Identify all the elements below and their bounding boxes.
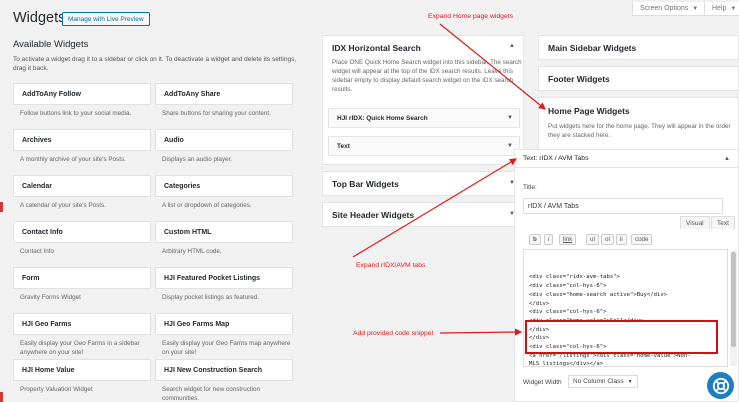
caret-up-icon[interactable]: ▲ [724, 156, 730, 162]
quicktag-b-button[interactable]: b [529, 234, 541, 245]
code-line: <div class="ridx-avm-tabs"> [529, 274, 620, 281]
available-widget-description: Display pocket listings as featured. [162, 294, 259, 301]
widget-title: HJI rIDX: Quick Home Search [337, 114, 428, 122]
available-widget-description: Share buttons for sharing your content. [162, 110, 271, 117]
available-widget[interactable]: Categories [155, 175, 293, 197]
sidebar-footer-widgets[interactable]: Footer Widgets [538, 66, 739, 91]
scrollbar-thumb[interactable] [731, 252, 736, 347]
available-widget[interactable]: HJI Geo Farms Map [155, 313, 293, 335]
tab-text[interactable]: Text [711, 216, 735, 229]
tab-visual[interactable]: Visual [680, 216, 710, 229]
widget-width-select[interactable]: No Column Class ▼ [568, 375, 638, 388]
available-widget[interactable]: AddToAny Share [155, 83, 293, 105]
available-widget[interactable]: Custom HTML [155, 221, 293, 243]
text-widget-title: Text: rIDX / AVM Tabs [523, 155, 589, 162]
sidebar-main-sidebar-widgets[interactable]: Main Sidebar Widgets [538, 35, 739, 60]
code-line: <div class="home-search active">Buy</div… [529, 291, 668, 298]
widget-title: Text [337, 142, 350, 150]
quicktag-link-button[interactable]: link [559, 234, 577, 245]
available-widget-description: A list or dropdown of categories. [162, 202, 252, 209]
available-widget-description: Arbitrary HTML code. [162, 248, 222, 255]
quicktag-i-button[interactable]: i [544, 234, 554, 245]
available-widget-description: Search widget for new construction commu… [162, 386, 261, 402]
available-widget[interactable]: HJI Home Value [13, 359, 151, 381]
sidebar-title: Top Bar Widgets [332, 179, 399, 189]
red-edge-mark [0, 392, 3, 402]
screen-options-button[interactable]: Screen Options ▼ [632, 2, 707, 16]
caret-down-icon[interactable]: ▼ [507, 143, 513, 149]
editor-scrollbar[interactable] [730, 250, 737, 366]
available-widget[interactable]: Calendar [13, 175, 151, 197]
sidebar-title: IDX Horizontal Search [332, 43, 421, 53]
sidebar-description: Put widgets here for the home page. They… [548, 123, 731, 139]
title-input[interactable]: rIDX / AVM Tabs [523, 198, 723, 214]
annotation-expand-home: Expand Home page widgets [428, 13, 514, 20]
lifebuoy-icon [712, 377, 729, 394]
code-line: <div class="col-hys-6"> [529, 283, 607, 290]
available-widget-description: Contact Info [20, 248, 54, 255]
quicktag-ol-button[interactable]: ol [601, 234, 614, 245]
annotation-add-code: Add provided code snippet [353, 330, 434, 337]
available-widget-description: Easily display your Geo Farms map anywhe… [162, 340, 291, 356]
arrow-to-code-snippet [439, 328, 523, 336]
caret-down-icon[interactable]: ▼ [507, 115, 513, 121]
available-widget-description: Gravity Forms Widget [20, 294, 81, 301]
sidebar-title: Main Sidebar Widgets [548, 43, 637, 53]
red-edge-mark [0, 202, 3, 212]
available-widgets-heading: Available Widgets [13, 39, 89, 50]
available-widgets-description: To activate a widget drag it to a sideba… [13, 56, 297, 72]
available-widget[interactable]: HJI New Construction Search [155, 359, 293, 381]
code-line: </div> [529, 300, 550, 307]
widget-width-label: Widget Width [523, 379, 562, 386]
available-widget[interactable]: Archives [13, 129, 151, 151]
quicktag-li-button[interactable]: li [616, 234, 627, 245]
caret-down-icon: ▼ [730, 5, 737, 12]
text-widget-panel[interactable]: Text: rIDX / AVM Tabs ▲ Title: rIDX / AV… [514, 149, 739, 402]
caret-up-icon[interactable]: ▲ [509, 43, 515, 49]
help-button[interactable]: Help ▼ [704, 2, 739, 16]
quicktag-code-button[interactable]: code [631, 234, 653, 245]
available-widget[interactable]: HJI Geo Farms [13, 313, 151, 335]
available-widget[interactable]: Contact Info [13, 221, 151, 243]
widget-text[interactable]: Text ▼ [328, 136, 520, 156]
sidebar-site-header-widgets[interactable]: Site Header Widgets ▼ [322, 202, 524, 227]
sidebar-title: Footer Widgets [548, 74, 610, 84]
sidebar-top-bar-widgets[interactable]: Top Bar Widgets ▼ [322, 171, 524, 196]
available-widget-description: Property Valuation Widget [20, 386, 93, 393]
text-widget-header[interactable]: Text: rIDX / AVM Tabs ▲ [515, 150, 738, 168]
caret-down-icon: ▼ [692, 5, 699, 12]
available-widget-description: A monthly archive of your site's Posts. [20, 156, 126, 163]
available-widget[interactable]: HJI Featured Pocket Listings [155, 267, 293, 289]
highlight-box [525, 320, 718, 354]
help-chat-button[interactable] [707, 372, 734, 399]
widget-quick-home-search[interactable]: HJI rIDX: Quick Home Search ▼ [328, 108, 520, 128]
sidebar-title: Home Page Widgets [548, 106, 630, 116]
sidebar-title: Site Header Widgets [332, 210, 415, 220]
sidebar-home-page-widgets[interactable]: Home Page Widgets Put widgets here for t… [538, 97, 739, 155]
help-label: Help [712, 5, 727, 12]
sidebar-idx-horizontal-search[interactable]: IDX Horizontal Search ▲ Place ONE Quick … [322, 35, 524, 165]
code-editor[interactable]: <div class="ridx-avm-tabs"> <div class="c… [523, 249, 728, 367]
widget-width-value: No Column Class [573, 378, 624, 385]
available-widget-description: Easily display your Geo Farms in a sideb… [20, 340, 140, 356]
caret-down-icon: ▼ [627, 378, 633, 385]
available-widget-description: Displays an audio player. [162, 156, 233, 163]
available-widget-description: Follow buttons link to your social media… [20, 110, 132, 117]
available-widget-description: A calendar of your site's Posts. [20, 202, 106, 209]
available-widget[interactable]: AddToAny Follow [13, 83, 151, 105]
available-widget[interactable]: Form [13, 267, 151, 289]
quicktag-ul-button[interactable]: ul [586, 234, 599, 245]
code-line: MLS listings</div></a> [529, 361, 604, 367]
available-widget[interactable]: Audio [155, 129, 293, 151]
annotation-expand-tabs: Expand rIDX/AVM tabs [356, 262, 426, 269]
manage-live-preview-button[interactable]: Manage with Live Preview [62, 12, 150, 26]
code-line: <div class="col-hys-6"> [529, 309, 607, 316]
screen-options-label: Screen Options [640, 5, 689, 12]
title-label: Title: [523, 184, 537, 191]
page-title: Widgets [13, 10, 66, 26]
sidebar-description: Place ONE Quick Home Search widget into … [332, 59, 522, 93]
